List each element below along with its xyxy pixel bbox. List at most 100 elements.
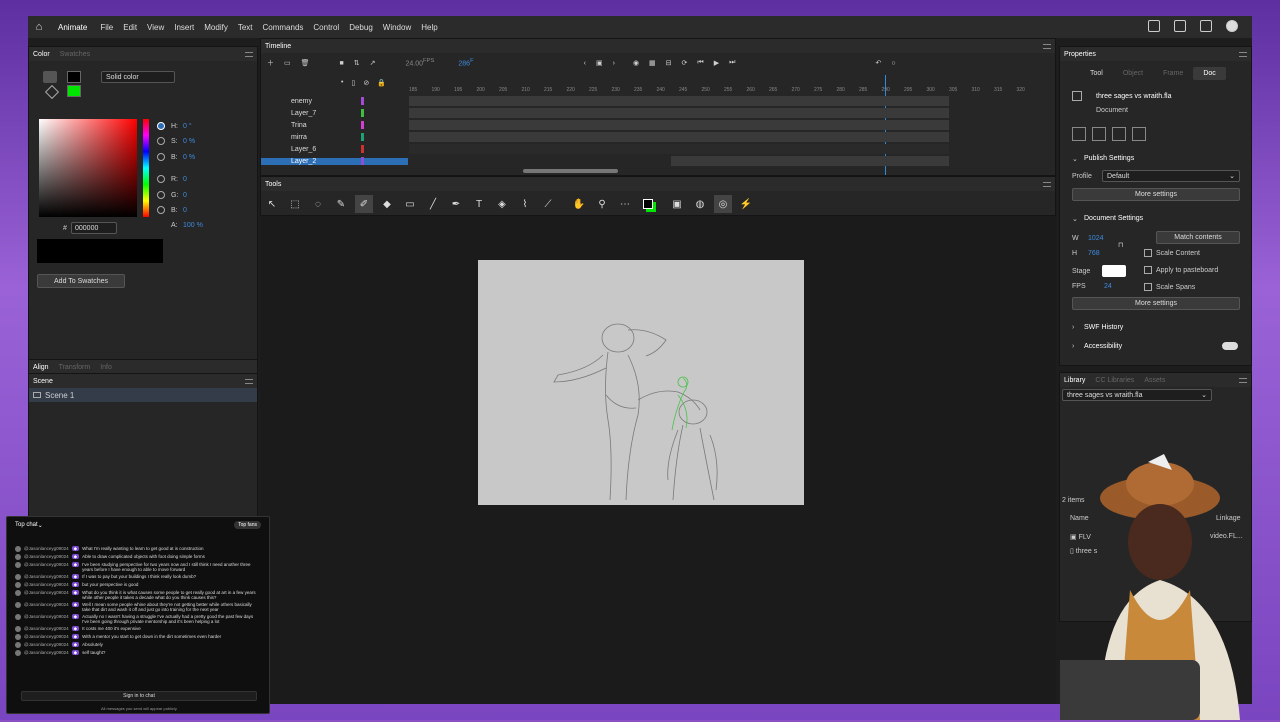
zoom-slider[interactable]: ○	[891, 60, 895, 67]
hand-icon[interactable]: ✋	[570, 195, 588, 213]
docsettings-chevron-icon[interactable]: ⌄	[1072, 215, 1078, 223]
onion-skin-icon[interactable]: ◉	[633, 59, 639, 67]
layer-frames[interactable]	[409, 144, 949, 154]
menu-commands[interactable]: Commands	[258, 23, 309, 32]
chat-username[interactable]: @Jasonlanceyg09024	[24, 614, 69, 619]
tab-cc-libraries[interactable]: CC Libraries	[1095, 377, 1134, 384]
menu-modify[interactable]: Modify	[199, 23, 233, 32]
menu-view[interactable]: View	[142, 23, 169, 32]
timeline-layer-row[interactable]: Layer_7	[261, 107, 1056, 119]
tab-transform[interactable]: Transform	[59, 364, 91, 371]
more-settings-button-2[interactable]: More settings	[1072, 297, 1240, 310]
panel-menu-icon[interactable]	[245, 378, 253, 384]
chat-username[interactable]: @Jasonlanceyg09024	[24, 562, 69, 567]
magnet-icon[interactable]	[1072, 127, 1086, 141]
scale-spans-checkbox[interactable]: Scale Spans	[1144, 283, 1195, 291]
accessibility-toggle[interactable]	[1222, 342, 1238, 350]
fps-value[interactable]: 24	[1104, 283, 1112, 290]
stage-canvas[interactable]	[478, 260, 804, 505]
new-folder-icon[interactable]: ▭	[284, 59, 291, 67]
chat-username[interactable]: @Jasonlanceyg09024	[24, 582, 69, 587]
line-icon[interactable]: ╱	[424, 195, 442, 213]
parent-icon[interactable]: ⇅	[354, 59, 360, 67]
graph-icon[interactable]: ↗	[370, 59, 376, 67]
timeline-layer-row[interactable]: enemy	[261, 95, 1056, 107]
hue-slider[interactable]	[143, 119, 149, 217]
layer-frames[interactable]	[671, 156, 949, 166]
menu-control[interactable]: Control	[308, 23, 344, 32]
timeline-scrollbar[interactable]	[523, 169, 618, 173]
object-drawing-icon[interactable]: ▣	[668, 195, 686, 213]
layer-frames[interactable]	[409, 120, 949, 130]
lock-icon[interactable]: 🔒	[377, 79, 386, 87]
s-radio[interactable]	[157, 137, 165, 145]
access-chevron-icon[interactable]: ›	[1072, 343, 1074, 350]
layer-frames[interactable]	[409, 108, 949, 118]
fps-display[interactable]: 24.00FPS	[406, 58, 435, 67]
rewind-icon[interactable]: ⏮	[697, 59, 703, 67]
paint-bucket-icon[interactable]: ◈	[493, 195, 511, 213]
more-settings-button-1[interactable]: More settings	[1072, 188, 1240, 201]
tab-align[interactable]: Align	[33, 364, 49, 371]
menu-text[interactable]: Text	[233, 23, 258, 32]
undo-icon[interactable]: ↶	[875, 59, 881, 67]
menu-insert[interactable]: Insert	[169, 23, 199, 32]
menu-window[interactable]: Window	[378, 23, 416, 32]
fill-color-swatch[interactable]	[67, 85, 81, 97]
scene-item[interactable]: Scene 1	[29, 388, 257, 402]
b2-radio[interactable]	[157, 206, 165, 214]
swf-chevron-icon[interactable]: ›	[1072, 324, 1074, 331]
eraser-icon[interactable]: ◆	[378, 195, 396, 213]
pen-icon[interactable]: ✒	[447, 195, 465, 213]
panel-menu-icon[interactable]	[245, 51, 253, 57]
r-radio[interactable]	[157, 175, 165, 183]
layer-color-icon[interactable]	[361, 121, 364, 129]
b-value[interactable]: 0 %	[183, 154, 195, 161]
layer-name[interactable]: Layer_2	[261, 157, 408, 165]
play-icon[interactable]: ▶	[714, 59, 719, 67]
brush-icon[interactable]: ✐	[355, 195, 373, 213]
profile-select[interactable]: Default ⌄	[1102, 170, 1240, 182]
menu-help[interactable]: Help	[416, 23, 442, 32]
chat-username[interactable]: @Jasonlanceyg09024	[24, 634, 69, 639]
tab-object[interactable]: Object	[1113, 67, 1153, 80]
test-movie-icon[interactable]	[1226, 20, 1238, 32]
h-value[interactable]: 0 °	[183, 123, 192, 130]
layer-color-icon[interactable]	[361, 157, 364, 165]
rectangle-icon[interactable]: ▭	[401, 195, 419, 213]
timeline-layer-row[interactable]: Trina	[261, 119, 1056, 131]
menu-file[interactable]: File	[95, 23, 118, 32]
s-value[interactable]: 0 %	[183, 138, 195, 145]
layer-name[interactable]: Trina	[261, 122, 408, 129]
accessibility-title[interactable]: Accessibility	[1084, 343, 1122, 350]
align-icon[interactable]	[1092, 127, 1106, 141]
hex-input[interactable]: 000000	[71, 222, 117, 234]
eyedropper-icon[interactable]: ⌇	[516, 195, 534, 213]
stroke-color-icon[interactable]	[43, 71, 57, 83]
chat-username[interactable]: @Jasonlanceyg09024	[24, 626, 69, 631]
pencil-icon[interactable]: ✎	[332, 195, 350, 213]
chat-username[interactable]: @Jasonlanceyg09024	[24, 602, 69, 607]
camera-icon[interactable]: ■	[340, 60, 344, 67]
a-value[interactable]: 100 %	[183, 222, 203, 229]
brush-mode-icon[interactable]: ◎	[714, 195, 732, 213]
lock-guide-icon[interactable]	[1132, 127, 1146, 141]
insert-keyframe-icon[interactable]: ▣	[596, 59, 603, 67]
apply-pasteboard-checkbox[interactable]: Apply to pasteboard	[1144, 266, 1218, 274]
timeline-layer-row[interactable]: mirra	[261, 131, 1056, 143]
show-all-icon[interactable]: •	[341, 79, 343, 87]
layer-name[interactable]: mirra	[261, 134, 408, 141]
panel-menu-icon[interactable]	[1239, 377, 1247, 383]
b-radio[interactable]	[157, 153, 165, 161]
smoothing-icon[interactable]: ⚡	[737, 195, 755, 213]
chat-username[interactable]: @Jasonlanceyg09024	[24, 642, 69, 647]
zoom-icon[interactable]: ⚲	[593, 195, 611, 213]
chat-username[interactable]: @Jasonlanceyg09024	[24, 650, 69, 655]
tab-info[interactable]: Info	[100, 364, 112, 371]
match-contents-button[interactable]: Match contents	[1156, 231, 1240, 244]
next-keyframe-icon[interactable]: ›	[613, 60, 615, 67]
stroke-fill-icon[interactable]	[639, 195, 657, 213]
g-value[interactable]: 0	[183, 192, 187, 199]
selection-tool-icon[interactable]: ↖	[263, 195, 281, 213]
stroke-color-swatch[interactable]	[67, 71, 81, 83]
